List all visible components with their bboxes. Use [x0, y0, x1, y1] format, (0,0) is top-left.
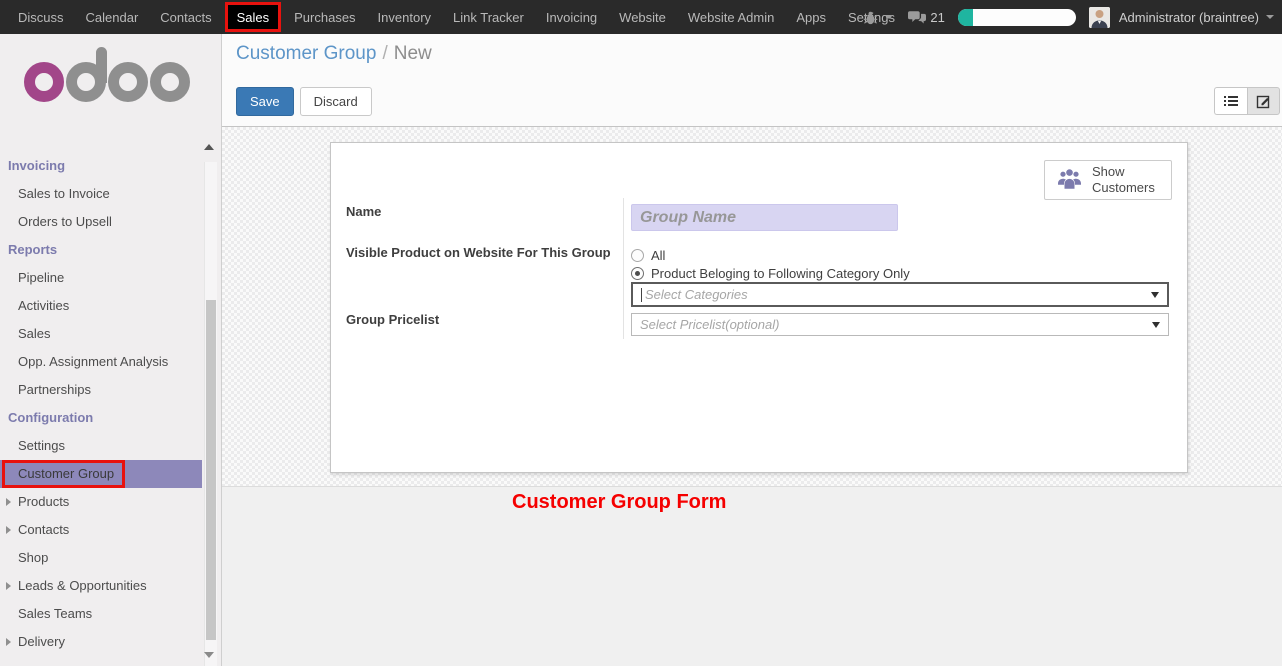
user-caret-down-icon[interactable]	[1266, 15, 1274, 19]
sidebar-scrollbar-thumb[interactable]	[206, 300, 216, 640]
sidebar-item-shop[interactable]: Shop	[0, 544, 202, 572]
nav-item-link-tracker[interactable]: Link Tracker	[442, 0, 535, 34]
discard-button[interactable]: Discard	[300, 87, 372, 116]
form-sheet-background: Show Customers Name Visible Product on W…	[222, 127, 1282, 487]
name-field-label: Name	[346, 204, 381, 219]
messages-icon[interactable]	[908, 10, 926, 25]
sidebar-item-opp-assignment-analysis[interactable]: Opp. Assignment Analysis	[0, 348, 202, 376]
nav-systray: 21 Administrator (braintree)	[863, 0, 1274, 34]
odoo-logo-o3	[150, 62, 190, 102]
categories-caret-down-icon[interactable]	[1151, 292, 1159, 298]
control-panel: Customer Group / New Save Discard	[222, 34, 1282, 127]
user-menu-label[interactable]: Administrator (braintree)	[1119, 10, 1259, 25]
messages-count-badge[interactable]: 21	[930, 10, 944, 25]
nav-item-inventory[interactable]: Inventory	[367, 0, 442, 34]
sidebar-item-sales[interactable]: Sales	[0, 320, 202, 348]
sidebar-item-customer-group-label: Customer Group	[18, 466, 114, 481]
visibility-option-category-label: Product Beloging to Following Category O…	[651, 266, 910, 281]
form-view-icon	[1256, 94, 1271, 109]
odoo-logo-o1	[24, 62, 64, 102]
label-field-divider	[623, 198, 624, 339]
breadcrumb-parent-link[interactable]: Customer Group	[236, 43, 376, 64]
view-switcher	[1214, 87, 1280, 115]
main-content: Show Customers Name Visible Product on W…	[222, 127, 1282, 666]
odoo-logo[interactable]: odoo	[24, 62, 190, 102]
sidebar-item-orders-to-upsell[interactable]: Orders to Upsell	[0, 208, 202, 236]
nav-item-sales[interactable]: Sales	[225, 2, 282, 32]
nav-item-calendar[interactable]: Calendar	[75, 0, 150, 34]
categories-select-placeholder: Select Categories	[645, 287, 748, 302]
radio-checked-icon[interactable]	[631, 267, 644, 280]
sidebar-section-invoicing: Invoicing	[0, 152, 202, 180]
sidebar-section-reports: Reports	[0, 236, 202, 264]
form-action-buttons: Save Discard	[236, 87, 372, 116]
sidebar-item-pipeline[interactable]: Pipeline	[0, 264, 202, 292]
text-cursor	[641, 288, 642, 302]
show-customers-label: Show Customers	[1092, 164, 1160, 196]
pricelist-select-placeholder: Select Pricelist(optional)	[640, 317, 779, 332]
sidebar-menu: Invoicing Sales to Invoice Orders to Ups…	[0, 152, 202, 656]
nav-item-apps[interactable]: Apps	[785, 0, 837, 34]
expand-triangle-icon[interactable]	[6, 582, 11, 590]
sidebar-item-sales-to-invoice[interactable]: Sales to Invoice	[0, 180, 202, 208]
expand-triangle-icon[interactable]	[6, 498, 11, 506]
expand-triangle-icon[interactable]	[6, 526, 11, 534]
nav-item-contacts[interactable]: Contacts	[149, 0, 222, 34]
visibility-option-category[interactable]: Product Beloging to Following Category O…	[631, 266, 910, 281]
sidebar-item-customer-group[interactable]: Customer Group	[0, 460, 202, 488]
list-view-icon	[1224, 96, 1238, 106]
nav-item-website-admin[interactable]: Website Admin	[677, 0, 785, 34]
customer-group-form-card: Show Customers Name Visible Product on W…	[330, 142, 1188, 473]
nav-item-purchases[interactable]: Purchases	[283, 0, 366, 34]
debug-bug-icon[interactable]	[863, 10, 878, 25]
timer-progress-pill[interactable]	[958, 9, 1076, 26]
breadcrumb-separator: /	[382, 43, 387, 64]
sidebar-item-leads-opportunities[interactable]: Leads & Opportunities	[0, 572, 202, 600]
visibility-option-all[interactable]: All	[631, 248, 665, 263]
form-view-button[interactable]	[1247, 87, 1280, 115]
sidebar-item-contacts[interactable]: Contacts	[0, 516, 202, 544]
customers-group-icon	[1056, 168, 1083, 192]
visibility-field-label: Visible Product on Website For This Grou…	[346, 245, 616, 260]
nav-item-invoicing[interactable]: Invoicing	[535, 0, 608, 34]
main-menu: Discuss Calendar Contacts Sales Purchase…	[0, 0, 906, 34]
sidebar-scroll-up-icon[interactable]	[204, 144, 214, 150]
radio-unchecked-icon[interactable]	[631, 249, 644, 262]
show-customers-button[interactable]: Show Customers	[1044, 160, 1172, 200]
breadcrumb: Customer Group / New	[236, 43, 432, 65]
sidebar-item-settings[interactable]: Settings	[0, 432, 202, 460]
sidebar-item-activities[interactable]: Activities	[0, 292, 202, 320]
visibility-option-all-label: All	[651, 248, 665, 263]
annotation-caption: Customer Group Form	[512, 491, 726, 514]
debug-caret-down-icon[interactable]	[885, 15, 893, 19]
categories-select[interactable]: Select Categories	[631, 282, 1169, 307]
breadcrumb-current: New	[394, 43, 432, 64]
odoo-logo-o2	[108, 62, 148, 102]
sidebar-item-delivery[interactable]: Delivery	[0, 628, 202, 656]
odoo-logo-d	[66, 62, 106, 102]
sidebar-scroll-down-icon[interactable]	[204, 652, 214, 658]
pricelist-field-label: Group Pricelist	[346, 312, 439, 327]
sidebar-item-partnerships[interactable]: Partnerships	[0, 376, 202, 404]
group-name-input[interactable]	[631, 204, 898, 231]
app-sidebar: odoo Invoicing Sales to Invoice Orders t…	[0, 34, 222, 666]
sidebar-item-sales-teams[interactable]: Sales Teams	[0, 600, 202, 628]
expand-triangle-icon[interactable]	[6, 638, 11, 646]
nav-item-website[interactable]: Website	[608, 0, 677, 34]
pricelist-select[interactable]: Select Pricelist(optional)	[631, 313, 1169, 336]
nav-item-discuss[interactable]: Discuss	[7, 0, 75, 34]
list-view-button[interactable]	[1214, 87, 1247, 115]
sidebar-section-configuration: Configuration	[0, 404, 202, 432]
pricelist-caret-down-icon[interactable]	[1152, 322, 1160, 328]
timer-progress-fill	[958, 9, 973, 26]
save-button[interactable]: Save	[236, 87, 294, 116]
sidebar-scrollbar-track[interactable]	[204, 162, 217, 666]
user-avatar[interactable]	[1089, 7, 1110, 28]
sidebar-item-products[interactable]: Products	[0, 488, 202, 516]
odoo-backend-screen: Discuss Calendar Contacts Sales Purchase…	[0, 0, 1282, 666]
top-navbar: Discuss Calendar Contacts Sales Purchase…	[0, 0, 1282, 34]
